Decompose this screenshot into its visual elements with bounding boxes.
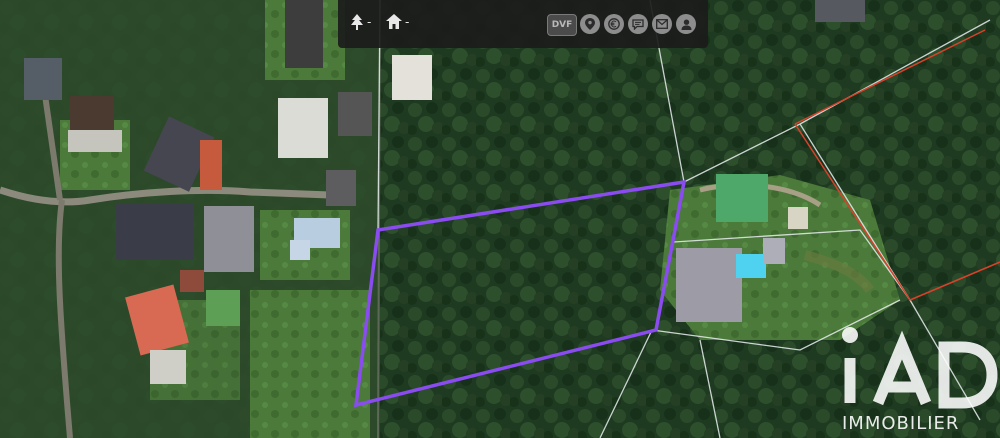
chat-icon xyxy=(632,18,644,30)
house-icon xyxy=(386,14,402,29)
forest-filter[interactable]: - xyxy=(350,14,371,30)
account-button[interactable] xyxy=(676,14,696,34)
mail-icon xyxy=(656,19,668,29)
iad-immobilier-watermark: IMMOBILIER xyxy=(840,323,1000,438)
house-filter[interactable]: - xyxy=(386,14,409,29)
mail-button[interactable] xyxy=(652,14,672,34)
price-button[interactable] xyxy=(604,14,624,34)
location-button[interactable] xyxy=(580,14,600,34)
dvf-button[interactable]: DVF xyxy=(547,14,577,36)
location-pin-icon xyxy=(585,18,595,30)
tree-icon xyxy=(351,14,363,30)
map-view[interactable]: - - DVF IMMOBILIER xyxy=(0,0,1000,438)
map-toolbar: - - DVF xyxy=(338,0,708,48)
watermark-subtitle: IMMOBILIER xyxy=(842,413,960,434)
chat-button[interactable] xyxy=(628,14,648,34)
house-filter-value: - xyxy=(405,14,410,29)
iad-logo xyxy=(842,327,998,409)
forest-filter-value: - xyxy=(367,15,372,29)
user-icon xyxy=(681,19,691,30)
property-area xyxy=(660,174,900,340)
euro-icon xyxy=(608,18,620,30)
